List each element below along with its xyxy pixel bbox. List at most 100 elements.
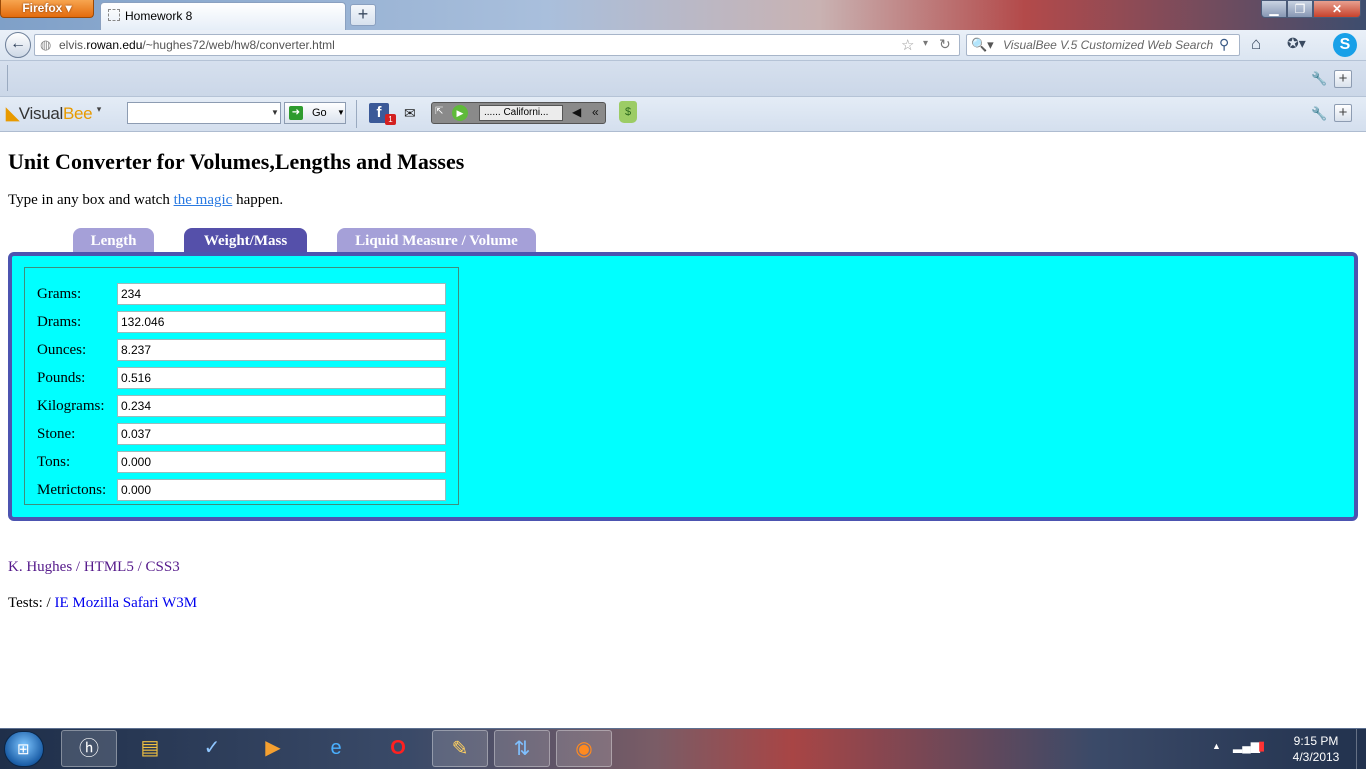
tab-title: Homework 8 xyxy=(125,9,193,23)
grams-input[interactable] xyxy=(117,283,446,305)
wrench-icon[interactable]: 🔧 xyxy=(1311,71,1327,87)
tons-input[interactable] xyxy=(117,451,446,473)
visualbee-dropdown-icon[interactable]: ▼ xyxy=(271,108,279,117)
system-clock[interactable]: 9:15 PM 4/3/2013 xyxy=(1284,733,1348,765)
bookmarks-menu-icon[interactable]: ✪▾ xyxy=(1287,35,1306,52)
windows-logo-icon: ⊞ xyxy=(17,741,30,758)
credit-separator: / xyxy=(133,559,146,575)
search-go-icon[interactable]: ⚲ xyxy=(1219,36,1229,53)
opera-icon[interactable]: O xyxy=(370,730,426,767)
clock-date: 4/3/2013 xyxy=(1292,750,1340,764)
stone-input[interactable] xyxy=(117,423,446,445)
tray-expand-icon[interactable]: ▲ xyxy=(1212,741,1221,751)
converter-row-stone: Stone: xyxy=(25,419,460,447)
visualbee-logo-visual: Visual xyxy=(18,104,64,123)
url-text[interactable]: elvis.rowan.edu/~hughes72/web/hw8/conver… xyxy=(59,38,335,52)
new-tab-button[interactable]: + xyxy=(350,4,376,26)
ounces-input[interactable] xyxy=(117,339,446,361)
price-tag-icon[interactable]: $ xyxy=(619,101,637,123)
collapse-icon[interactable]: « xyxy=(592,105,599,119)
paint-icon[interactable]: ✎ xyxy=(432,730,488,767)
test-link-safari[interactable]: Safari xyxy=(123,595,159,611)
stone-label: Stone: xyxy=(37,426,76,442)
radio-popout-icon[interactable]: ⇱ xyxy=(435,106,443,117)
go-dropdown-icon: ▼ xyxy=(337,108,345,117)
visualbee-search-input[interactable] xyxy=(127,102,281,124)
power-icon[interactable]: ▮ xyxy=(1258,738,1265,754)
visualbee-toolbar: ◣VisualBee ▾ ▼ ➜ Go ▼ f 1 ✉ ⇱ ▶ ...... C… xyxy=(0,97,1366,132)
visualbee-logo-bee: Bee xyxy=(62,104,93,123)
start-button[interactable]: ⊞ xyxy=(4,731,44,767)
credit-separator: / xyxy=(72,559,84,575)
test-link-w3m[interactable]: W3M xyxy=(162,595,197,611)
bookmark-star-icon[interactable]: ☆ xyxy=(901,36,914,54)
the-magic-link[interactable]: the magic xyxy=(174,192,233,208)
site-identity-icon[interactable]: ◍ xyxy=(40,38,54,52)
firefox-taskbar-icon[interactable]: ◉ xyxy=(556,730,612,767)
page-title: Unit Converter for Volumes,Lengths and M… xyxy=(8,149,465,174)
go-arrow-icon: ➜ xyxy=(289,106,303,120)
back-button[interactable]: ← xyxy=(5,32,31,58)
close-window-button[interactable]: ✕ xyxy=(1313,0,1361,18)
network-app-icon[interactable]: ⇅ xyxy=(494,730,550,767)
radio-player: ⇱ ▶ ...... Californi... ◀ « xyxy=(431,102,606,124)
visualbee-go-button[interactable]: ➜ Go ▼ xyxy=(284,102,346,124)
search-bar[interactable]: 🔍▾ ⚲ xyxy=(966,34,1240,56)
tab-liquid-measure-volume[interactable]: Liquid Measure / Volume xyxy=(337,228,536,252)
page-content: Unit Converter for Volumes,Lengths and M… xyxy=(0,132,1366,728)
grams-label: Grams: xyxy=(37,286,82,302)
test-link-mozilla[interactable]: Mozilla xyxy=(72,595,119,611)
tab-weight-mass[interactable]: Weight/Mass xyxy=(184,228,307,252)
reload-icon[interactable]: ↻ xyxy=(939,36,951,53)
history-dropdown-icon[interactable]: ▾ xyxy=(923,38,928,49)
maximize-button[interactable]: ❐ xyxy=(1287,0,1313,18)
converter-row-ounces: Ounces: xyxy=(25,335,460,363)
check-app-icon[interactable]: ✓ xyxy=(184,730,240,767)
page-favicon-icon xyxy=(108,9,120,21)
kilograms-input[interactable] xyxy=(117,395,446,417)
add-toolbar-icon[interactable]: + xyxy=(1334,70,1352,88)
radio-play-icon[interactable]: ▶ xyxy=(452,105,468,121)
firefox-menu-label: Firefox xyxy=(22,1,63,15)
pounds-label: Pounds: xyxy=(37,370,86,386)
hp-app-icon[interactable]: ⓗ xyxy=(61,730,117,767)
search-engine-icon[interactable]: 🔍▾ xyxy=(971,37,994,53)
go-label: Go xyxy=(312,107,327,119)
converter-row-tons: Tons: xyxy=(25,447,460,475)
metrictons-input[interactable] xyxy=(117,479,446,501)
toolbar-separator xyxy=(356,100,357,128)
search-input[interactable] xyxy=(1001,37,1217,53)
url-bar[interactable]: ◍ elvis.rowan.edu/~hughes72/web/hw8/conv… xyxy=(34,34,960,56)
test-link-ie[interactable]: IE xyxy=(54,595,68,611)
file-explorer-icon[interactable]: ▤ xyxy=(122,730,178,767)
network-signal-icon[interactable]: ▂▄▆ xyxy=(1233,739,1260,753)
internet-explorer-icon[interactable]: e xyxy=(308,730,364,767)
skype-icon[interactable]: S xyxy=(1333,33,1357,57)
radio-station-select[interactable]: ...... Californi... xyxy=(479,105,563,121)
intro-text-end: happen. xyxy=(232,192,284,208)
home-icon[interactable]: ⌂ xyxy=(1251,34,1261,54)
tab-length[interactable]: Length xyxy=(73,228,154,252)
show-desktop-button[interactable] xyxy=(1356,729,1366,769)
media-player-icon[interactable]: ▶ xyxy=(245,730,301,767)
visualbee-logo[interactable]: ◣VisualBee ▾ xyxy=(6,104,101,124)
add-toolbar-icon[interactable]: + xyxy=(1334,104,1352,122)
firefox-menu-button[interactable]: Firefox ▾ xyxy=(0,0,94,18)
pounds-input[interactable] xyxy=(117,367,446,389)
mail-icon[interactable]: ✉ xyxy=(404,105,416,122)
volume-icon[interactable]: ◀ xyxy=(572,105,581,119)
kilograms-label: Kilograms: xyxy=(37,398,105,414)
tab-homework-8[interactable]: Homework 8 xyxy=(100,2,346,30)
drams-input[interactable] xyxy=(117,311,446,333)
toolbar-grip[interactable] xyxy=(7,65,10,91)
intro-text-start: Type in any box and watch xyxy=(8,192,174,208)
html5-link[interactable]: HTML5 xyxy=(84,559,134,575)
css3-link[interactable]: CSS3 xyxy=(146,559,180,575)
footer-tests: Tests: / IE Mozilla Safari W3M xyxy=(8,595,197,612)
author-link[interactable]: K. Hughes xyxy=(8,559,72,575)
metrictons-label: Metrictons: xyxy=(37,482,107,498)
wrench-icon[interactable]: 🔧 xyxy=(1311,106,1327,122)
minimize-button[interactable]: ▁ xyxy=(1261,0,1287,18)
converter-row-grams: Grams: xyxy=(25,279,460,307)
navigation-toolbar: ← ◍ elvis.rowan.edu/~hughes72/web/hw8/co… xyxy=(0,30,1366,61)
